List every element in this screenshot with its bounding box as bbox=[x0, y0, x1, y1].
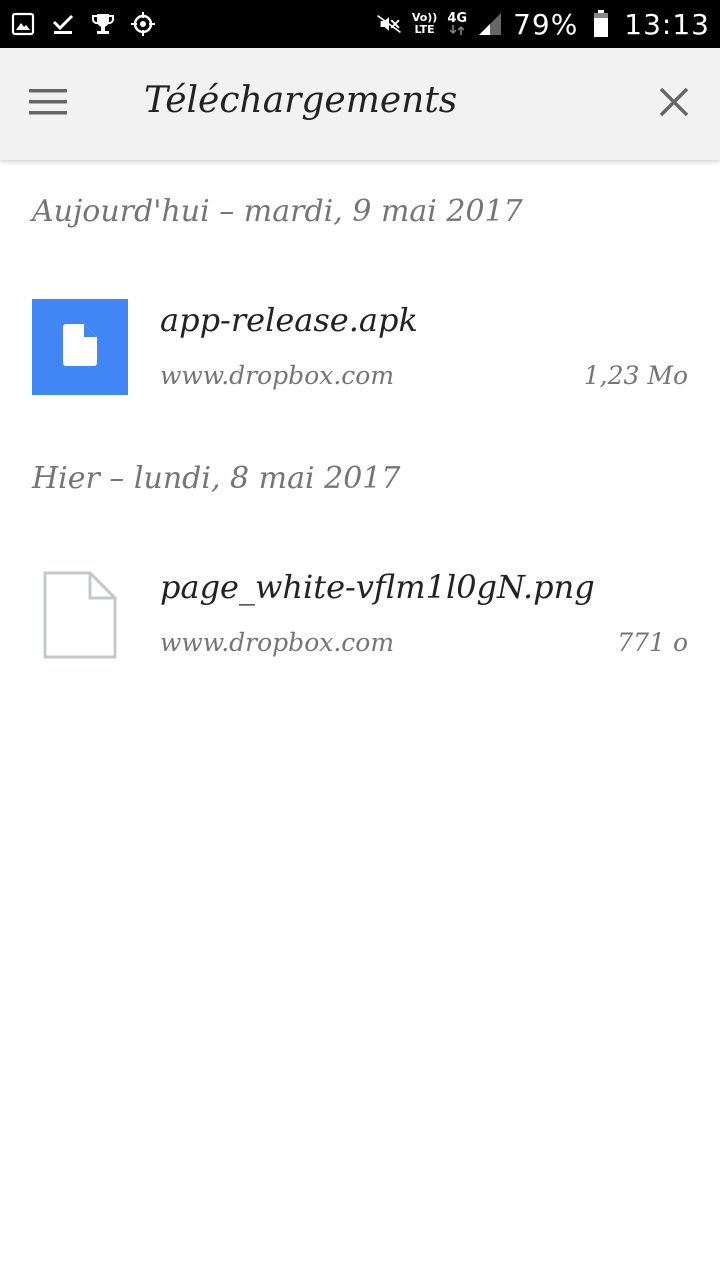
close-button[interactable] bbox=[646, 76, 702, 132]
file-size: 1,23 Mo bbox=[583, 361, 688, 390]
hamburger-menu-icon bbox=[28, 87, 68, 121]
close-icon bbox=[659, 87, 689, 121]
battery-percent: 79% bbox=[513, 7, 579, 41]
file-icon bbox=[63, 324, 97, 370]
file-size: 771 o bbox=[617, 628, 688, 657]
menu-button[interactable] bbox=[20, 76, 76, 132]
status-bar: Vo)) LTE 4G 79% 13:13 bbox=[0, 0, 720, 48]
download-item[interactable]: app-release.apk www.dropbox.com 1,23 Mo bbox=[0, 299, 720, 419]
section-header-today: Aujourd'hui – mardi, 9 mai 2017 bbox=[32, 194, 523, 229]
file-thumbnail bbox=[32, 566, 128, 662]
file-source: www.dropbox.com bbox=[160, 628, 395, 657]
page-title: Téléchargements bbox=[144, 80, 458, 121]
blank-page-icon bbox=[42, 570, 118, 664]
status-bar-notifications bbox=[10, 9, 156, 39]
app-bar: Téléchargements bbox=[0, 48, 720, 160]
download-item[interactable]: page_white-vflm1l0gN.png www.dropbox.com… bbox=[0, 566, 720, 686]
section-header-yesterday: Hier – lundi, 8 mai 2017 bbox=[32, 461, 401, 496]
download-done-icon bbox=[50, 11, 76, 37]
network-4g-icon: 4G bbox=[447, 12, 467, 35]
battery-icon bbox=[588, 10, 614, 37]
mute-icon bbox=[376, 11, 402, 37]
trophy-icon bbox=[90, 11, 116, 37]
signal-icon bbox=[477, 11, 503, 37]
file-source: www.dropbox.com bbox=[160, 361, 395, 390]
file-name: page_white-vflm1l0gN.png bbox=[160, 568, 595, 606]
gallery-icon bbox=[10, 11, 36, 37]
file-thumbnail bbox=[32, 299, 128, 395]
status-bar-system: Vo)) LTE 4G 79% 13:13 bbox=[376, 6, 710, 42]
crosshair-icon bbox=[130, 11, 156, 37]
clock: 13:13 bbox=[624, 7, 710, 41]
file-name: app-release.apk bbox=[160, 301, 418, 339]
volte-icon: Vo)) LTE bbox=[411, 11, 438, 36]
